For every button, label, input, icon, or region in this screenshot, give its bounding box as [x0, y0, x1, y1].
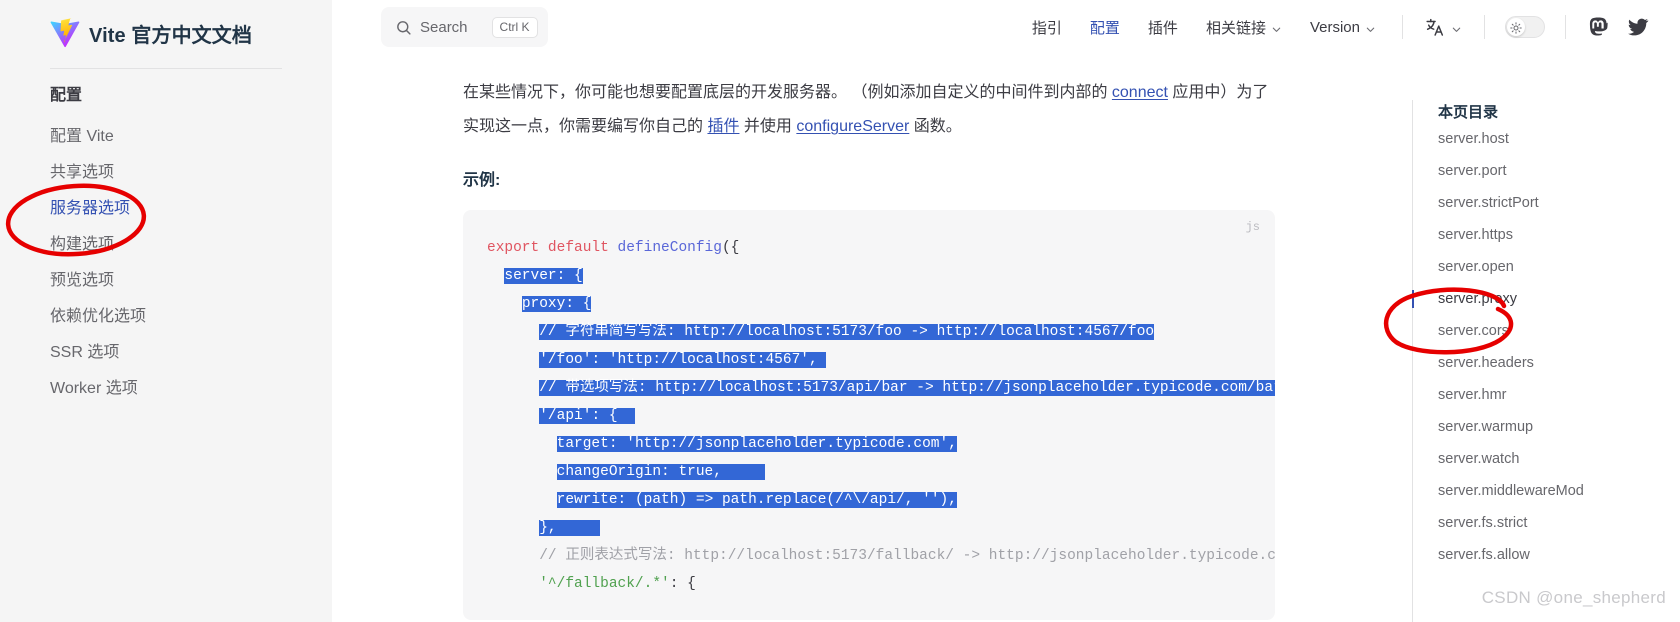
nav-item-plugins[interactable]: 插件	[1134, 17, 1192, 38]
sidebar-item-build-options[interactable]: 构建选项	[50, 227, 332, 263]
sidebar-item-ssr-options[interactable]: SSR 选项	[50, 335, 332, 371]
intro-paragraph: 在某些情况下，你可能也想要配置底层的开发服务器。 （例如添加自定义的中间件到内部…	[463, 76, 1283, 144]
sidebar-item-config-vite[interactable]: 配置 Vite	[50, 119, 332, 155]
nav-item-guide[interactable]: 指引	[1018, 17, 1076, 38]
sidebar-item-shared-options[interactable]: 共享选项	[50, 155, 332, 191]
mastodon-icon[interactable]	[1587, 16, 1609, 38]
toc-item-server-middlewaremode[interactable]: server.middlewareMod	[1438, 475, 1680, 507]
toc-item-server-fs-allow[interactable]: server.fs.allow	[1438, 539, 1680, 571]
toc-item-server-open[interactable]: server.open	[1438, 251, 1680, 283]
toc-item-server-fs-strict[interactable]: server.fs.strict	[1438, 507, 1680, 539]
translate-icon	[1425, 17, 1446, 38]
nav-item-related-links[interactable]: 相关链接	[1192, 17, 1296, 38]
sidebar-nav: 配置 配置 Vite 共享选项 服务器选项 构建选项 预览选项 依赖优化选项 S…	[0, 69, 332, 407]
vite-logo-icon	[50, 17, 80, 48]
page-root: Vite 官方中文文档 配置 配置 Vite 共享选项 服务器选项 构建选项 预…	[0, 0, 1680, 622]
search-button[interactable]: Search Ctrl K	[381, 7, 548, 47]
code-language-label: js	[1245, 220, 1260, 234]
toc-rail	[1412, 100, 1413, 622]
sidebar-group-title: 配置	[50, 87, 83, 104]
sidebar-item-preview-options[interactable]: 预览选项	[50, 263, 332, 299]
nav-divider	[1402, 15, 1403, 39]
chevron-down-icon	[1271, 22, 1282, 33]
toc-item-server-proxy[interactable]: server.proxy	[1412, 283, 1680, 315]
nav-item-related-links-label: 相关链接	[1205, 19, 1266, 37]
toc-item-server-https[interactable]: server.https	[1438, 219, 1680, 251]
nav-item-version-label: Version	[1309, 18, 1360, 36]
sun-icon	[1510, 21, 1522, 34]
brand-title: Vite 官方中文文档	[89, 24, 252, 47]
chevron-down-icon	[1365, 22, 1376, 33]
toc-item-server-strictport[interactable]: server.strictPort	[1438, 187, 1680, 219]
nav-divider	[1484, 15, 1485, 39]
search-label: Search	[420, 18, 468, 36]
code-content[interactable]: export default defineConfig({ server: { …	[463, 234, 1275, 598]
toc-item-server-warmup[interactable]: server.warmup	[1438, 411, 1680, 443]
nav-item-config-label: 配置	[1089, 19, 1120, 37]
theme-toggle-knob	[1507, 18, 1525, 36]
sidebar-item-worker-options[interactable]: Worker 选项	[50, 371, 332, 407]
sidebar: Vite 官方中文文档 配置 配置 Vite 共享选项 服务器选项 构建选项 预…	[0, 0, 332, 622]
sidebar-item-dep-optimization-options[interactable]: 依赖优化选项	[50, 299, 332, 335]
watermark: CSDN @one_shepherd	[1481, 588, 1666, 607]
theme-toggle-switch[interactable]	[1505, 16, 1545, 38]
link-configure-server[interactable]: configureServer	[796, 118, 909, 135]
language-selector[interactable]	[1415, 17, 1472, 38]
nav-item-version[interactable]: Version	[1296, 19, 1390, 36]
toc-item-server-cors[interactable]: server.cors	[1438, 315, 1680, 347]
toc-item-server-port[interactable]: server.port	[1438, 155, 1680, 187]
search-shortcut-kbd: Ctrl K	[491, 16, 538, 38]
toc-item-server-headers[interactable]: server.headers	[1438, 347, 1680, 379]
toc-item-server-hmr[interactable]: server.hmr	[1438, 379, 1680, 411]
link-connect[interactable]: connect	[1112, 84, 1168, 101]
nav-divider	[1565, 15, 1566, 39]
top-nav-right-group: 指引 配置 插件 相关链接 Version	[1018, 0, 1680, 54]
nav-item-guide-label: 指引	[1031, 19, 1062, 37]
paragraph-text-part: 并使用	[739, 118, 797, 135]
nav-item-plugins-label: 插件	[1147, 19, 1178, 37]
paragraph-text-part: 在某些情况下，你可能也想要配置底层的开发服务器。 （例如添加自定义的中间件到内部…	[463, 84, 1112, 101]
search-icon	[395, 19, 412, 36]
code-block: js export default defineConfig({ server:…	[463, 210, 1275, 620]
toc-item-server-host[interactable]: server.host	[1438, 123, 1680, 155]
example-heading: 示例:	[463, 172, 501, 189]
toc-title: 本页目录	[1438, 104, 1499, 121]
table-of-contents: 本页目录 server.host server.port server.stri…	[1412, 54, 1680, 622]
brand[interactable]: Vite 官方中文文档	[0, 0, 332, 54]
top-navigation-bar: Search Ctrl K 指引 配置 插件 相关链接 Version	[332, 0, 1680, 54]
twitter-icon[interactable]	[1627, 16, 1649, 38]
main-content: 在某些情况下，你可能也想要配置底层的开发服务器。 （例如添加自定义的中间件到内部…	[332, 54, 1412, 622]
paragraph-text-part: 函数。	[909, 118, 962, 135]
chevron-down-icon	[1451, 22, 1462, 33]
nav-item-config[interactable]: 配置	[1076, 17, 1134, 38]
link-plugin[interactable]: 插件	[707, 118, 739, 135]
toc-item-server-watch[interactable]: server.watch	[1438, 443, 1680, 475]
sidebar-item-server-options[interactable]: 服务器选项	[50, 191, 332, 227]
